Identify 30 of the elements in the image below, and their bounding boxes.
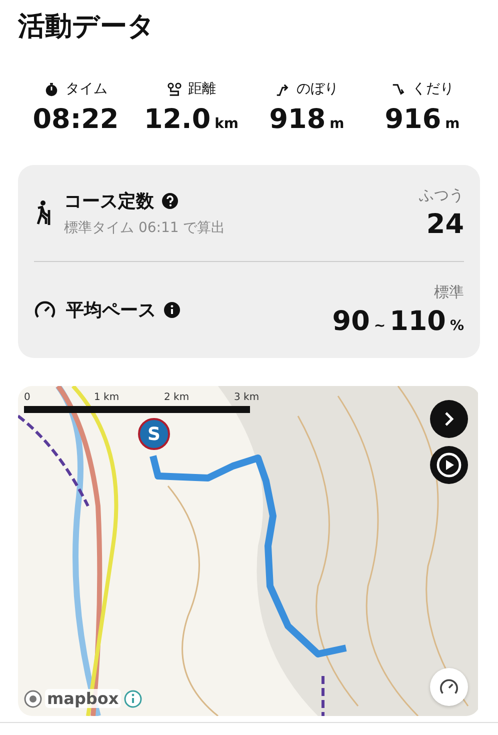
stat-value: 08:22	[32, 104, 119, 135]
stat-label: のぼり	[296, 80, 338, 98]
course-value: 24	[426, 209, 464, 240]
stat-label: 距離	[188, 80, 216, 98]
speedometer-icon	[439, 678, 459, 696]
stat-label: くだり	[412, 80, 454, 98]
play-icon	[436, 452, 462, 478]
summary-label: コース定数	[64, 190, 154, 213]
stat-value: 12.0 km	[144, 104, 239, 135]
map-attribution: mapbox	[45, 689, 121, 708]
summary-label: 平均ペース	[66, 299, 156, 322]
summary-tag: ふつう	[419, 186, 464, 205]
summary-tag: 標準	[434, 283, 464, 302]
route-pins-icon	[166, 82, 182, 96]
summary-note: 標準タイム 06:11 で算出	[64, 219, 226, 237]
stat-value: 916 m	[384, 104, 460, 135]
ascent-icon	[275, 82, 290, 96]
pace-range: 90~110%	[332, 306, 464, 337]
scale-label: 3 km	[234, 392, 260, 403]
descent-icon	[390, 82, 406, 96]
scale-label: 2 km	[164, 392, 190, 403]
info-icon[interactable]	[164, 302, 180, 318]
stopwatch-icon	[44, 82, 60, 96]
help-icon[interactable]	[162, 193, 178, 209]
scale-label: 0	[24, 392, 30, 403]
stat-value: 918 m	[269, 104, 344, 135]
speedometer-icon	[34, 300, 56, 320]
stat-label: タイム	[65, 80, 108, 98]
page-title: 活動データ	[18, 10, 156, 44]
scale-label: 1 km	[94, 392, 120, 403]
